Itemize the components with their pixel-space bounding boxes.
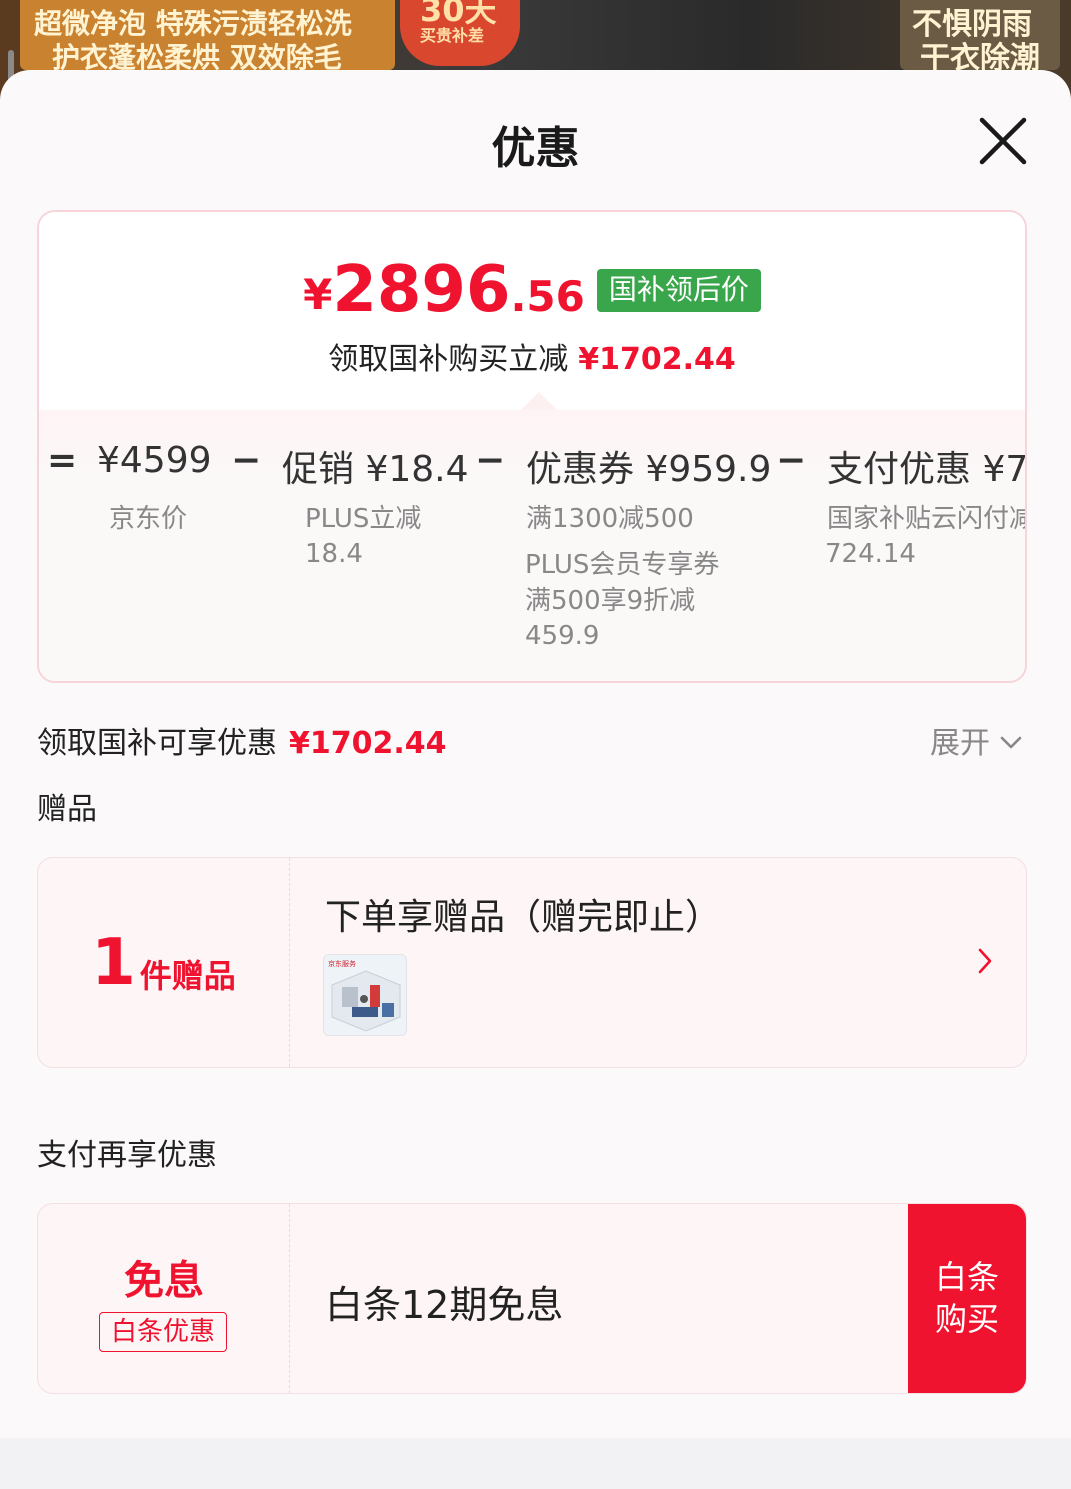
currency-symbol: ¥	[303, 270, 333, 319]
gift-count-unit: 件赠品	[139, 956, 236, 995]
breakdown-amount-payment: 支付优惠 ¥72	[827, 449, 1027, 490]
gift-title: 下单享赠品（赠完即止）	[325, 897, 722, 938]
baitiao-buy-line2: 购买	[934, 1299, 999, 1338]
subsidy-reduction-amount: ¥1702.44	[578, 342, 736, 377]
baitiao-offer-badge: 免息 白条优惠	[38, 1204, 290, 1393]
banner-badge-subtext: 买贵补差	[420, 26, 485, 45]
price-header: ¥ 2896 .56 国补领后价 领取国补购买立减 ¥1702.44	[39, 212, 1025, 410]
gift-image-caption: 京东服务	[328, 959, 356, 968]
subsidy-price-badge: 国补领后价	[596, 269, 761, 312]
breakdown-label: 京东价	[109, 504, 188, 534]
price-breakdown[interactable]: = ¥4599 京东价 − 促销 ¥18.4 PLUS立减 18.4 − 优惠券…	[39, 392, 1027, 681]
gift-image: 京东服务	[324, 955, 406, 1035]
gift-section-title: 赠品	[37, 792, 97, 827]
breakdown-amount-jd-price: ¥4599	[97, 440, 212, 481]
subsidy-reduction-label: 领取国补购买立减	[328, 342, 569, 377]
banner-badge-text: 30天	[420, 0, 497, 29]
chevron-right-icon	[978, 948, 992, 974]
discount-sheet: 优惠 ¥ 2896 .56 国补领后价 领取国补购买立减 ¥1702.44 =	[0, 70, 1071, 1438]
breakdown-amount-promotion: 促销 ¥18.4	[282, 449, 469, 490]
equals-sign: =	[47, 440, 78, 481]
chevron-down-icon	[1000, 736, 1022, 749]
breakdown-label: 满1300减500	[526, 504, 694, 534]
breakdown-caret	[521, 392, 557, 410]
price-decimal: .56	[510, 272, 585, 321]
subsidy-discount-label: 领取国补可享优惠	[37, 726, 277, 761]
baitiao-buy-line1: 白条	[934, 1257, 999, 1296]
subsidy-discount-summary: 领取国补可享优惠 ¥1702.44	[37, 718, 447, 762]
breakdown-label: 满500享9折减	[525, 586, 696, 616]
breakdown-label: 724.14	[825, 539, 916, 569]
gift-count: 1 件赠品	[38, 858, 290, 1067]
baitiao-tag: 白条优惠	[99, 1312, 227, 1352]
sheet-title: 优惠	[491, 123, 580, 174]
banner-text-right: 不惧阴雨	[912, 7, 1032, 42]
baitiao-buy-button[interactable]: 白条 购买	[908, 1204, 1026, 1393]
expand-label: 展开	[930, 726, 990, 761]
breakdown-label: PLUS立减	[305, 504, 422, 534]
gift-card[interactable]: 1 件赠品 下单享赠品（赠完即止） 京东服务	[37, 857, 1027, 1068]
baitiao-offer-card: 免息 白条优惠 白条12期免息 白条 购买	[37, 1203, 1027, 1394]
minus-sign: −	[475, 440, 506, 481]
breakdown-label: 459.9	[525, 621, 600, 651]
final-price-row: ¥ 2896 .56 国补领后价	[39, 258, 1025, 322]
close-button[interactable]	[976, 114, 1030, 168]
banner-text: 超微净泡 特殊污渍轻松洗	[34, 7, 352, 40]
banner-text: 护衣蓬松柔烘 双效除毛	[52, 41, 342, 74]
breakdown-label: 18.4	[305, 539, 363, 569]
subsidy-discount-amount: ¥1702.44	[289, 726, 447, 761]
minus-sign: −	[776, 440, 807, 481]
gift-count-number: 1	[91, 925, 136, 1000]
bottom-bar	[0, 1438, 1071, 1489]
baitiao-offer-text: 白条12期免息	[325, 1283, 564, 1327]
interest-free-label: 免息	[124, 1258, 204, 1304]
breakdown-label: PLUS会员专享券	[525, 550, 720, 580]
breakdown-amount-coupon: 优惠券 ¥959.9	[526, 449, 772, 490]
price-integer: 2896	[332, 253, 511, 327]
payment-section-title: 支付再享优惠	[37, 1138, 217, 1173]
final-price: ¥ 2896 .56	[303, 258, 585, 322]
minus-sign: −	[231, 440, 262, 481]
close-icon	[979, 117, 1027, 165]
expand-button[interactable]: 展开	[930, 718, 1024, 762]
breakdown-label: 国家补贴云闪付减	[827, 504, 1027, 534]
subsidy-reduction: 领取国补购买立减 ¥1702.44	[39, 334, 1025, 378]
price-card: ¥ 2896 .56 国补领后价 领取国补购买立减 ¥1702.44 = ¥459…	[37, 210, 1027, 683]
gift-thumbnail[interactable]: 京东服务	[323, 954, 407, 1036]
